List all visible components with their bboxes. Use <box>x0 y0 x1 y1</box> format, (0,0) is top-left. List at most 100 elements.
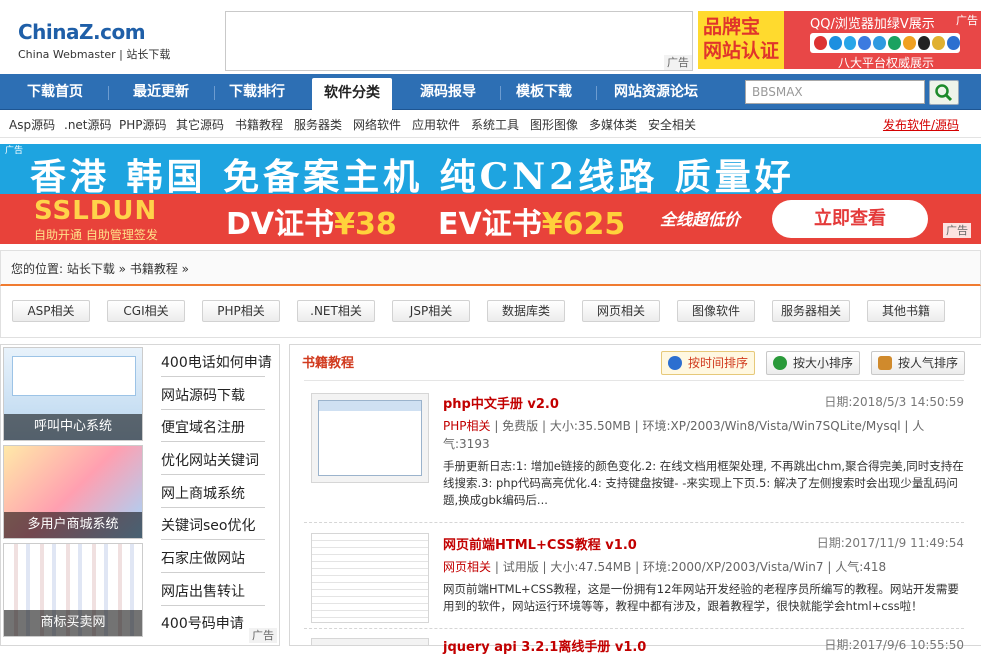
category-subnav: Asp源码 .net源码 PHP源码 其它源码 书籍教程 服务器类 网络软件 应… <box>0 112 981 138</box>
search-button[interactable] <box>929 80 959 105</box>
item-category-link[interactable]: PHP相关 <box>443 419 491 433</box>
left-link-2[interactable]: 网站源码下载 <box>161 385 245 405</box>
item-title[interactable]: 网页前端HTML+CSS教程 v1.0 <box>443 534 637 553</box>
platform-icon <box>814 36 827 50</box>
category-image[interactable]: 图像软件 <box>677 300 755 322</box>
brand-ad[interactable]: 品牌宝 网站认证 QQ/浏览器加绿V展示 八大平台权威展示 广告 <box>698 11 981 70</box>
left-link-9[interactable]: 400号码申请 <box>161 613 244 633</box>
item-date: 日期:2017/11/9 11:49:54 <box>816 536 964 550</box>
left-ad-column: 呼叫中心系统 多用户商城系统 商标买卖网 400电话如何申请 网站源码下载 便宜… <box>0 344 280 646</box>
ad-thumb-call-center[interactable]: 呼叫中心系统 <box>3 347 143 441</box>
breadcrumb-bar: 您的位置: 站长下载 » 书籍教程 » <box>0 250 981 286</box>
nav-categories[interactable]: 软件分类 <box>312 78 392 111</box>
item-meta: PHP相关 | 免费版 | 大小:35.50MB | 环境:XP/2003/Wi… <box>443 417 963 453</box>
item-meta-text: | 试用版 | 大小:47.54MB | 环境:2000/XP/2003/Vis… <box>491 560 887 574</box>
ev-price: ¥625 <box>541 207 626 242</box>
search-input[interactable] <box>745 80 925 104</box>
nav-ranking[interactable]: 下载排行 <box>216 74 298 110</box>
category-database[interactable]: 数据库类 <box>487 300 565 322</box>
subnav-item-apps[interactable]: 应用软件 <box>412 116 460 133</box>
item-meta: 网页相关 | 试用版 | 大小:47.54MB | 环境:2000/XP/200… <box>443 558 963 576</box>
subnav-item-other-source[interactable]: 其它源码 <box>176 116 224 133</box>
item-thumbnail[interactable] <box>311 533 429 623</box>
category-server[interactable]: 服务器相关 <box>772 300 850 322</box>
divider <box>304 522 964 523</box>
ev-cert-offer: EV证书¥625 <box>438 199 625 243</box>
ad-tag: 广告 <box>249 628 277 643</box>
subnav-item-net[interactable]: .net源码 <box>64 116 112 133</box>
item-description: 手册更新日志:1: 增加e链接的颜色变化.2: 在线文档用框架处理, 不再跳出c… <box>443 459 964 507</box>
left-link-8[interactable]: 网店出售转让 <box>161 581 245 601</box>
ad-thumb-trademark[interactable]: 商标买卖网 <box>3 543 143 637</box>
ssl-banner-ad[interactable]: SSLDUN 自助开通 自助管理签发 DV证书¥38 EV证书¥625 全线超低… <box>0 194 981 244</box>
subnav-item-security[interactable]: 安全相关 <box>648 116 696 133</box>
search-icon <box>935 84 953 102</box>
subnav-item-multimedia[interactable]: 多媒体类 <box>589 116 637 133</box>
subnav-item-asp[interactable]: Asp源码 <box>9 116 55 133</box>
category-asp[interactable]: ASP相关 <box>12 300 90 322</box>
book-category-row: ASP相关 CGI相关 PHP相关 .NET相关 JSP相关 数据库类 网页相关… <box>0 286 981 338</box>
category-web[interactable]: 网页相关 <box>582 300 660 322</box>
category-jsp[interactable]: JSP相关 <box>392 300 470 322</box>
nav-latest[interactable]: 最近更新 <box>120 74 202 110</box>
platform-icon <box>887 36 901 50</box>
link-divider <box>161 605 265 606</box>
logo-text: ChinaZ.com <box>18 20 146 44</box>
nav-forum[interactable]: 网站资源论坛 <box>600 74 712 110</box>
subnav-item-graphics[interactable]: 图形图像 <box>530 116 578 133</box>
site-logo[interactable]: ChinaZ.com China Webmaster | 站长下载 <box>18 20 198 64</box>
subnav-item-books[interactable]: 书籍教程 <box>235 116 283 133</box>
platform-icon <box>932 36 946 50</box>
sort-label: 按时间排序 <box>688 356 749 370</box>
brand-title: QQ/浏览器加绿V展示 <box>810 17 935 32</box>
item-date: 日期:2018/5/3 14:50:59 <box>824 395 964 409</box>
sort-by-popularity-button[interactable]: 按人气排序 <box>871 351 966 375</box>
ad-tag: 广告 <box>956 14 978 27</box>
nav-divider <box>108 86 109 100</box>
sort-by-size-button[interactable]: 按大小排序 <box>766 351 861 375</box>
user-icon <box>878 356 892 370</box>
nav-divider <box>596 86 597 100</box>
platform-icon <box>828 36 842 50</box>
subnav-item-php[interactable]: PHP源码 <box>119 116 167 133</box>
link-divider <box>161 409 265 410</box>
nav-source-report[interactable]: 源码报导 <box>406 74 490 110</box>
item-title[interactable]: php中文手册 v2.0 <box>443 393 559 412</box>
left-link-3[interactable]: 便宜域名注册 <box>161 417 245 437</box>
item-thumbnail[interactable] <box>311 638 429 646</box>
item-thumbnail[interactable] <box>311 393 429 483</box>
publish-software-link[interactable]: 发布软件/源码 <box>883 116 959 133</box>
category-php[interactable]: PHP相关 <box>202 300 280 322</box>
ad-thumb-mall-system[interactable]: 多用户商城系统 <box>3 445 143 539</box>
category-other-books[interactable]: 其他书籍 <box>867 300 945 322</box>
item-category-link[interactable]: 网页相关 <box>443 560 491 574</box>
hosting-banner-ad[interactable]: 广告 香港 韩国 免备案主机 纯CN2线路 质量好 <box>0 144 981 198</box>
subnav-item-servers[interactable]: 服务器类 <box>294 116 342 133</box>
subnav-item-network[interactable]: 网络软件 <box>353 116 401 133</box>
left-link-4[interactable]: 优化网站关键词 <box>161 450 259 470</box>
breadcrumb[interactable]: 您的位置: 站长下载 » 书籍教程 » <box>11 260 189 277</box>
subnav-item-system[interactable]: 系统工具 <box>471 116 519 133</box>
left-link-6[interactable]: 关键词seo优化 <box>161 515 255 535</box>
left-link-1[interactable]: 400电话如何申请 <box>161 352 272 372</box>
nav-home[interactable]: 下载首页 <box>14 74 96 110</box>
banner-headline: 香港 韩国 免备案主机 纯CN2线路 质量好 <box>30 156 795 198</box>
sort-by-time-button[interactable]: 按时间排序 <box>661 351 756 375</box>
promo-text: 全线超低价 <box>660 210 741 229</box>
left-link-5[interactable]: 网上商城系统 <box>161 483 245 503</box>
nav-divider <box>500 86 501 100</box>
divider <box>304 380 964 381</box>
ad-tag: 广告 <box>5 146 24 156</box>
category-net[interactable]: .NET相关 <box>297 300 375 322</box>
left-link-7[interactable]: 石家庄做网站 <box>161 548 245 568</box>
platform-icons <box>810 33 960 53</box>
platform-icon <box>902 36 916 50</box>
thumb-graphic <box>318 400 422 476</box>
category-cgi[interactable]: CGI相关 <box>107 300 185 322</box>
nav-templates[interactable]: 模板下载 <box>502 74 586 110</box>
sort-label: 按人气排序 <box>898 356 959 370</box>
top-banner-ad[interactable]: 广告 <box>225 11 693 71</box>
nav-divider <box>214 86 215 100</box>
view-now-button[interactable]: 立即查看 <box>772 200 928 238</box>
ssl-subtitle: 自助开通 自助管理签发 <box>34 228 158 242</box>
